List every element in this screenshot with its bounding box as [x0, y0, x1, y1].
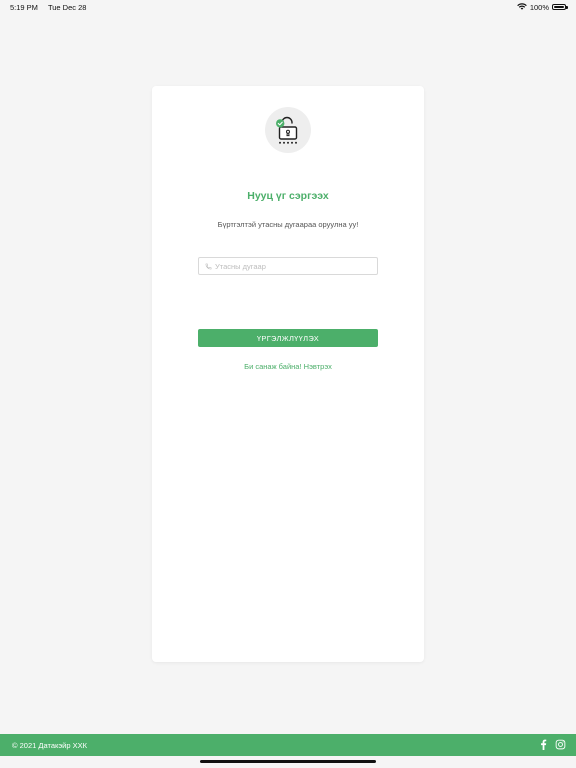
- remember-text[interactable]: Би санаж байна!: [244, 362, 301, 371]
- status-left: 5:19 PM Tue Dec 28: [10, 3, 86, 12]
- wifi-icon: [517, 2, 527, 12]
- reset-password-card: Нууц үг сэргээх Бүртгэлтэй утасны дугаар…: [152, 86, 424, 662]
- battery-icon: [552, 3, 568, 11]
- phone-icon: [205, 257, 212, 275]
- social-links: [540, 739, 566, 752]
- phone-input[interactable]: [215, 261, 365, 271]
- instruction-text: Бүртгэлтэй утасны дугаараа оруулна уу!: [217, 220, 359, 229]
- screen: 5:19 PM Tue Dec 28 100% Нууц үг сэргээх …: [0, 0, 576, 768]
- phone-field[interactable]: [198, 257, 378, 275]
- continue-button[interactable]: ҮРГЭЛЖЛҮҮЛЭХ: [198, 329, 378, 347]
- remember-login-line: Би санаж байна! Нэвтрэх: [152, 362, 424, 371]
- instagram-icon[interactable]: [555, 739, 566, 752]
- footer: © 2021 Датакэйр ХХК: [0, 734, 576, 756]
- unlock-logo-icon: [265, 107, 311, 153]
- page-title: Нууц үг сэргээх: [247, 190, 329, 202]
- status-right: 100%: [517, 2, 568, 12]
- status-bar: 5:19 PM Tue Dec 28 100%: [0, 0, 576, 14]
- login-link[interactable]: Нэвтрэх: [304, 362, 332, 371]
- battery-percent: 100%: [529, 2, 549, 12]
- battery-fill: [554, 5, 564, 9]
- home-indicator[interactable]: [200, 760, 376, 763]
- facebook-icon[interactable]: [540, 739, 547, 752]
- status-date: Tue Dec 28: [47, 2, 87, 12]
- status-time: 5:19 PM: [10, 2, 38, 12]
- copyright-text: © 2021 Датакэйр ХХК: [12, 740, 87, 750]
